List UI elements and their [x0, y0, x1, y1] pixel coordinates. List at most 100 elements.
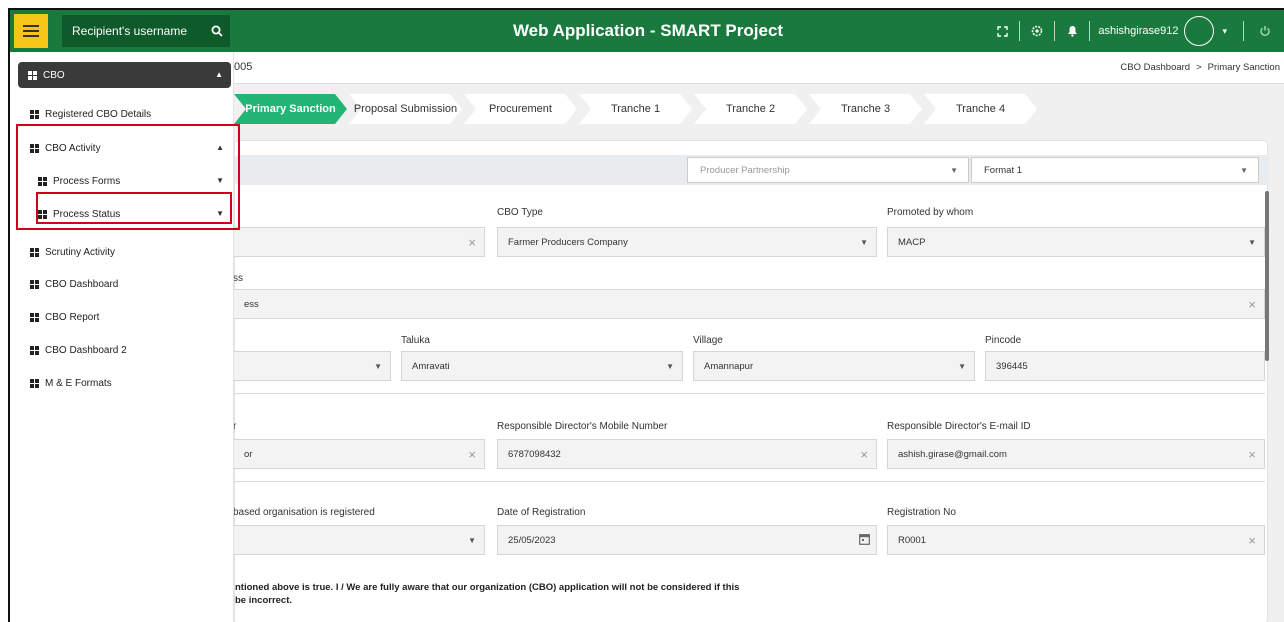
chevron-down-icon: ▼: [1240, 166, 1248, 175]
director-field[interactable]: or ×: [233, 439, 485, 469]
sidebar-item-scrutiny-activity[interactable]: Scrutiny Activity: [30, 242, 115, 262]
sidebar-group-cbo[interactable]: CBO ▲: [18, 62, 231, 88]
partnership-select[interactable]: Producer Partnership ▼: [687, 157, 969, 183]
pincode-field[interactable]: 396445: [985, 351, 1265, 381]
village-select[interactable]: Amannapur ▼: [693, 351, 975, 381]
cbo-type-value: Farmer Producers Company: [508, 236, 628, 248]
step-tranche-2[interactable]: Tranche 2: [694, 94, 807, 124]
grid-icon: [30, 378, 39, 388]
mobile-field[interactable]: 6787098432 ×: [497, 439, 877, 469]
scrollbar[interactable]: [1265, 191, 1269, 361]
regno-field[interactable]: R0001 ×: [887, 525, 1265, 555]
breadcrumb-link-dashboard[interactable]: CBO Dashboard: [1120, 62, 1190, 73]
taluka-select[interactable]: Amravati ▼: [401, 351, 683, 381]
breadcrumb: CBO Dashboard > Primary Sanction: [1120, 62, 1280, 73]
taluka-value: Amravati: [412, 360, 450, 372]
clear-icon[interactable]: ×: [468, 235, 476, 250]
format-select[interactable]: Format 1 ▼: [971, 157, 1259, 183]
chevron-down-icon: ▼: [950, 166, 958, 175]
declaration-line: ntioned above is true. I / We are fully …: [235, 582, 740, 593]
clear-icon[interactable]: ×: [1248, 533, 1256, 548]
address-field[interactable]: ess ×: [233, 289, 1265, 319]
fullscreen-icon[interactable]: [991, 20, 1013, 42]
grid-icon: [30, 109, 39, 119]
chevron-down-icon: ▼: [666, 362, 674, 371]
sidebar-group-label: CBO: [43, 69, 65, 81]
chevron-down-icon: ▼: [1248, 238, 1256, 247]
partnership-value: Producer Partnership: [700, 164, 790, 176]
chevron-down-icon[interactable]: ▾: [1222, 26, 1227, 37]
district-select[interactable]: ▼: [233, 351, 391, 381]
address-value: ess: [244, 298, 259, 310]
grid-icon: [28, 70, 37, 80]
step-tranche-4[interactable]: Tranche 4: [924, 94, 1037, 124]
sidebar-item-label: CBO Dashboard: [45, 278, 119, 290]
grid-icon: [30, 345, 39, 355]
sidebar-item-cbo-dashboard[interactable]: CBO Dashboard: [30, 274, 118, 294]
breadcrumb-separator: >: [1196, 62, 1202, 73]
mobile-label: Responsible Director's Mobile Number: [497, 421, 668, 432]
breadcrumb-current: Primary Sanction: [1207, 62, 1280, 73]
gear-icon[interactable]: [1026, 20, 1048, 42]
step-label: Proposal Submission: [353, 103, 458, 115]
sidebar-item-label: CBO Report: [45, 311, 100, 323]
cbo-name-field[interactable]: ×: [233, 227, 485, 257]
power-icon[interactable]: [1254, 20, 1276, 42]
avatar[interactable]: [1184, 16, 1215, 46]
pincode-value: 396445: [996, 360, 1028, 372]
form-panel: Producer Partnership ▼ Format 1 ▼ CBO Ty…: [233, 140, 1269, 622]
menu-toggle-button[interactable]: [14, 14, 48, 48]
step-label: Tranche 4: [955, 103, 1006, 115]
sidebar-item-cbo-dashboard-2[interactable]: CBO Dashboard 2: [30, 340, 127, 360]
step-label: Tranche 2: [725, 103, 776, 115]
sidebar-item-label: CBO Dashboard 2: [45, 344, 127, 356]
cbo-type-label: CBO Type: [497, 207, 543, 218]
date-label: Date of Registration: [497, 507, 586, 518]
bell-icon[interactable]: [1061, 20, 1083, 42]
highlight-box-inner: [36, 192, 232, 224]
step-label: Procurement: [489, 103, 552, 115]
search-placeholder: Recipient's username: [72, 24, 188, 38]
sidebar-item-me-formats[interactable]: M & E Formats: [30, 373, 112, 393]
pincode-label: Pincode: [985, 335, 1022, 346]
step-proposal-submission[interactable]: Proposal Submission: [349, 94, 462, 124]
director-value: or: [244, 448, 253, 460]
format-value: Format 1: [984, 164, 1023, 176]
cbo-type-select[interactable]: Farmer Producers Company ▼: [497, 227, 877, 257]
chevron-up-icon: ▲: [215, 70, 223, 79]
taluka-label: Taluka: [401, 335, 430, 346]
sidebar-item-registered-cbo-details[interactable]: Registered CBO Details: [30, 104, 151, 124]
registered-under-label: based organisation is registered: [233, 507, 375, 518]
sidebar: CBO ▲ Registered CBO Details CBO Activit…: [10, 52, 240, 622]
divider: [1019, 21, 1021, 41]
sidebar-item-cbo-report[interactable]: CBO Report: [30, 307, 99, 327]
registered-under-select[interactable]: ▼: [233, 525, 485, 555]
clear-icon[interactable]: ×: [468, 447, 476, 462]
email-label: Responsible Director's E-mail ID: [887, 421, 1031, 432]
calendar-icon[interactable]: [859, 533, 870, 548]
email-field[interactable]: ashish.girase@gmail.com ×: [887, 439, 1265, 469]
clear-icon[interactable]: ×: [1248, 297, 1256, 312]
step-procurement[interactable]: Procurement: [464, 94, 577, 124]
divider: [1243, 21, 1244, 41]
promoted-select[interactable]: MACP ▼: [887, 227, 1265, 257]
search-input[interactable]: Recipient's username: [62, 15, 230, 47]
username[interactable]: ashishgirase912: [1098, 25, 1178, 37]
step-tranche-3[interactable]: Tranche 3: [809, 94, 922, 124]
clear-icon[interactable]: ×: [860, 447, 868, 462]
top-bar: Recipient's username Web Application - S…: [10, 10, 1284, 52]
mobile-value: 6787098432: [508, 448, 561, 460]
grid-icon: [30, 279, 39, 289]
divider: [1089, 21, 1091, 41]
date-field[interactable]: 25/05/2023: [497, 525, 877, 555]
step-tranche-1[interactable]: Tranche 1: [579, 94, 692, 124]
step-primary-sanction[interactable]: Primary Sanction: [234, 94, 347, 124]
divider: [233, 481, 1265, 482]
step-label: Primary Sanction: [245, 103, 336, 115]
divider: [233, 393, 1265, 394]
clear-icon[interactable]: ×: [1248, 447, 1256, 462]
chevron-down-icon: ▼: [374, 362, 382, 371]
promoted-label: Promoted by whom: [887, 207, 974, 218]
chevron-down-icon: ▼: [468, 536, 476, 545]
search-icon[interactable]: [204, 15, 230, 47]
